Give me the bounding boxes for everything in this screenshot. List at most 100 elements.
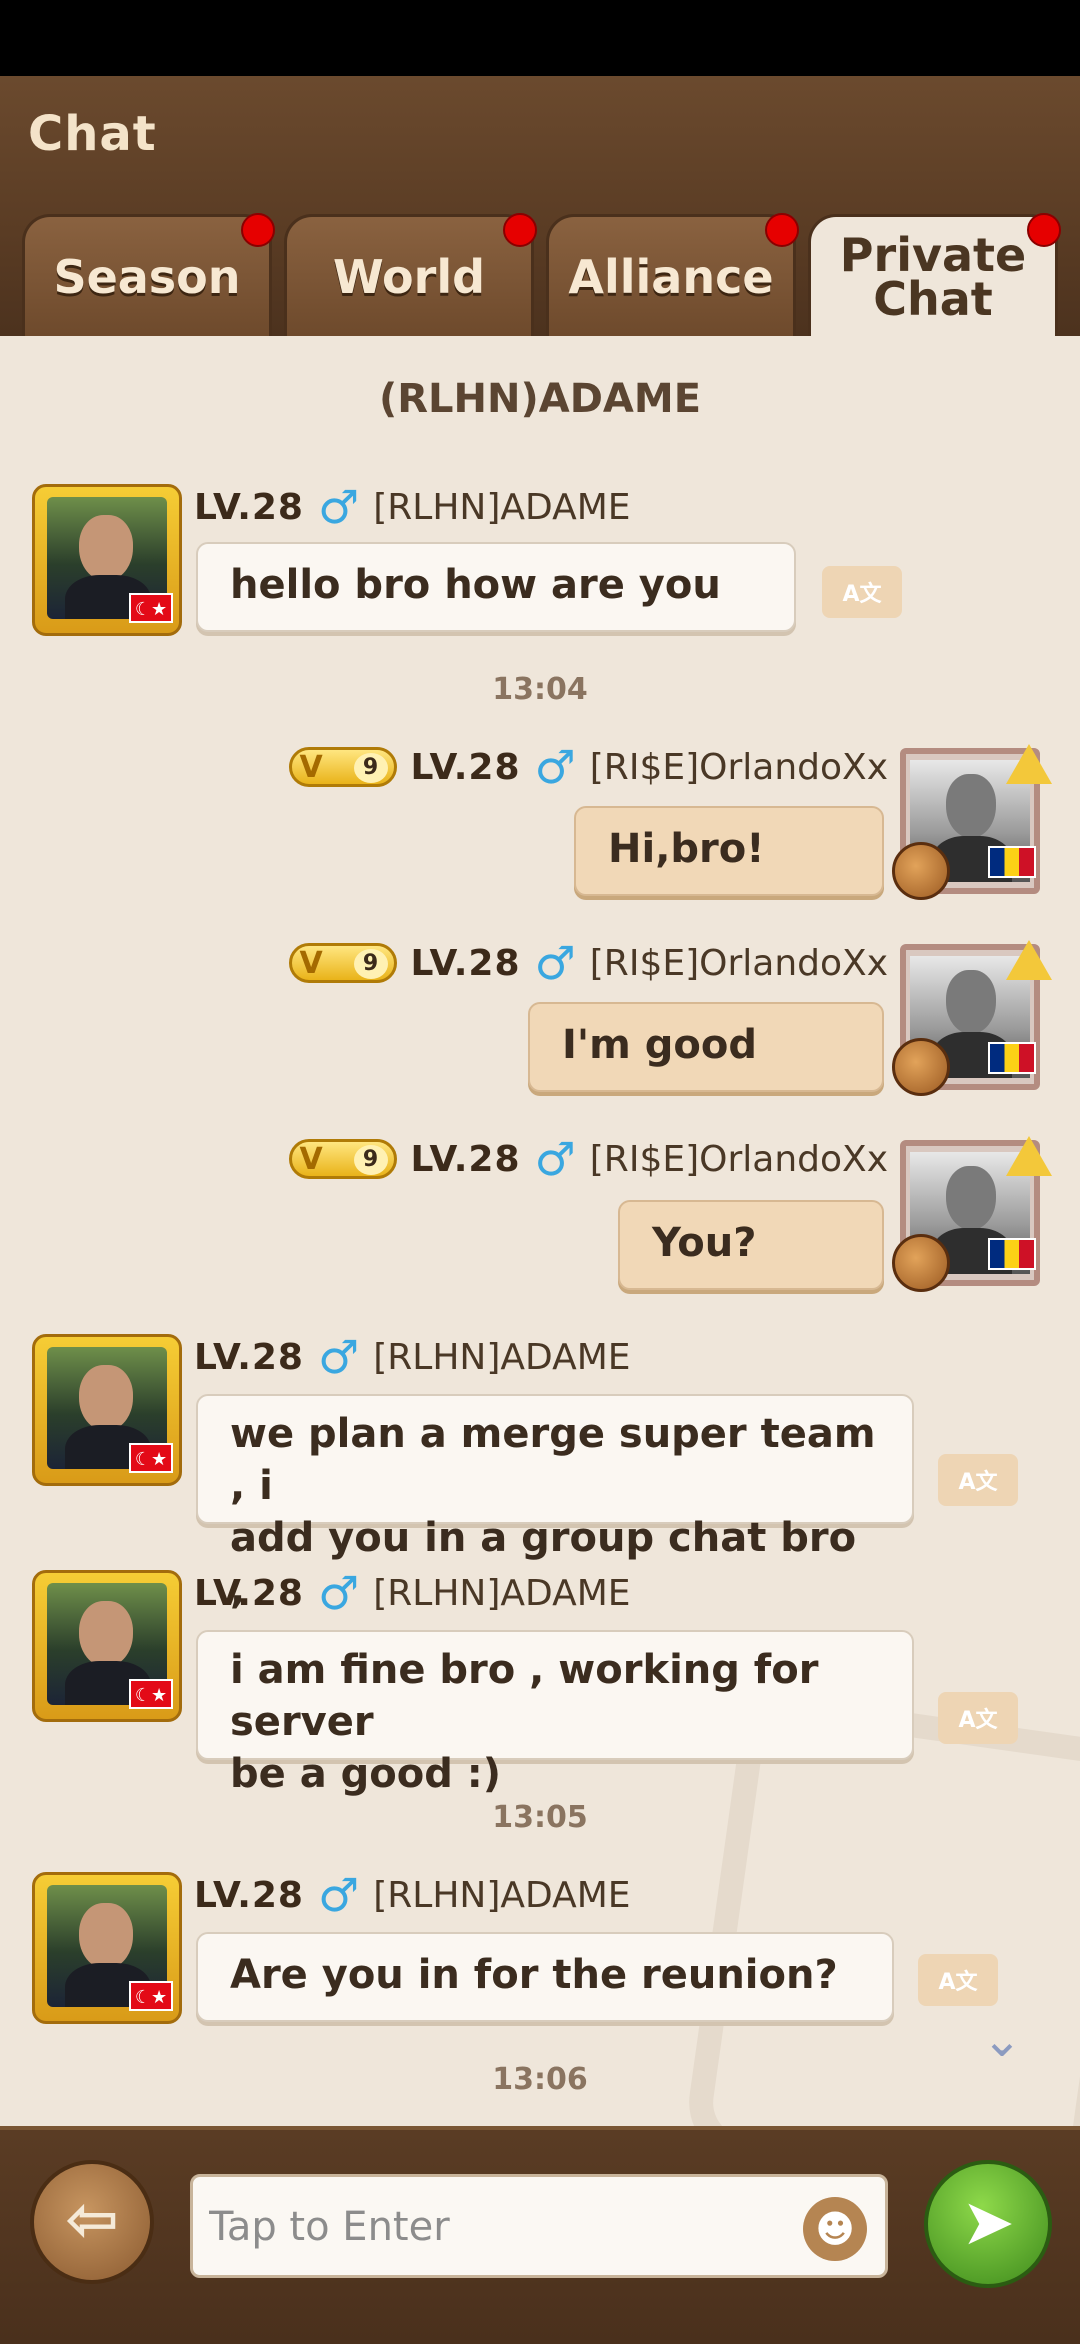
send-button[interactable]: ➤ — [924, 2160, 1052, 2288]
vip-badge-icon: V 9 — [288, 1139, 397, 1179]
male-icon: ♂ — [534, 1132, 576, 1186]
message-text: Are you in for the reunion? — [230, 1952, 838, 1998]
avatar[interactable]: ☾★ — [32, 1570, 182, 1722]
timestamp: 13:04 — [492, 672, 588, 707]
message-meta: LV.28 ♂ [RLHN]ADAME — [194, 1868, 631, 1922]
smiley-icon[interactable]: ☻ — [803, 2197, 867, 2261]
notification-dot — [765, 213, 799, 247]
status-bar — [0, 0, 1080, 76]
player-name[interactable]: [RLHN]ADAME — [373, 487, 630, 528]
message-text: Hi,bro! — [608, 826, 765, 872]
tab-world-label: World — [332, 249, 486, 304]
avatar[interactable]: ☾★ — [32, 1872, 182, 2024]
tab-alliance[interactable]: Alliance — [546, 213, 799, 336]
avatar[interactable]: ☾★ — [32, 484, 182, 636]
tab-world[interactable]: World — [284, 213, 537, 336]
male-icon: ♂ — [534, 740, 576, 794]
player-level: LV.28 — [194, 1572, 304, 1614]
message-text-line: i am fine bro , working for server — [230, 1647, 819, 1745]
message-text: I'm good — [562, 1022, 757, 1068]
message-meta: V 9 LV.28 ♂ [RI$E]OrlandoXx — [288, 740, 888, 794]
turkey-flag-icon: ☾★ — [129, 1443, 173, 1473]
vip-level: 9 — [353, 949, 388, 979]
timestamp: 13:06 — [492, 2062, 588, 2097]
message-meta: LV.28 ♂ [RLHN]ADAME — [194, 1566, 631, 1620]
chat-header: Chat Season World Alliance Private Chat — [0, 76, 1080, 336]
tab-private-chat-label-line2: Chat — [873, 271, 993, 326]
message-meta: LV.28 ♂ [RLHN]ADAME — [194, 480, 631, 534]
player-level: LV.28 — [194, 1874, 304, 1916]
back-button[interactable]: ⇦ — [30, 2160, 154, 2284]
tab-season[interactable]: Season — [22, 213, 275, 336]
vip-letter: V — [299, 1141, 323, 1177]
player-name[interactable]: [RI$E]OrlandoXx — [590, 747, 888, 788]
turkey-flag-icon: ☾★ — [129, 1981, 173, 2011]
player-name[interactable]: [RI$E]OrlandoXx — [590, 943, 888, 984]
romania-flag-icon — [988, 1042, 1036, 1074]
male-icon: ♂ — [534, 936, 576, 990]
vip-letter: V — [299, 749, 323, 785]
back-arrow-icon: ⇦ — [65, 2183, 119, 2257]
vip-level: 9 — [353, 1145, 388, 1175]
romania-flag-icon — [988, 846, 1036, 878]
translate-icon[interactable]: A文 — [918, 1954, 998, 2006]
tab-alliance-label: Alliance — [568, 249, 774, 304]
tab-season-label: Season — [53, 249, 241, 304]
conversation-title: (RLHN)ADAME — [378, 376, 702, 422]
message-bubble[interactable]: i am fine bro , working for server be a … — [196, 1630, 914, 1797]
message-bubble[interactable]: Are you in for the reunion? — [196, 1932, 894, 2022]
message-bubble[interactable]: Hi,bro! — [574, 806, 884, 896]
vip-letter: V — [299, 945, 323, 981]
player-level: LV.28 — [194, 1336, 304, 1378]
male-icon: ♂ — [317, 1868, 360, 1922]
message-meta: V 9 LV.28 ♂ [RI$E]OrlandoXx — [288, 1132, 888, 1186]
male-icon: ♂ — [317, 480, 360, 534]
notification-dot — [1027, 213, 1061, 247]
translate-icon[interactable]: A文 — [822, 566, 902, 618]
translate-icon[interactable]: A文 — [938, 1454, 1018, 1506]
message-bubble[interactable]: we plan a merge super team , i add you i… — [196, 1394, 914, 1613]
message-text: You? — [652, 1220, 757, 1266]
vip-badge-icon: V 9 — [288, 747, 397, 787]
player-level: LV.28 — [410, 1138, 521, 1180]
tab-private-chat[interactable]: Private Chat — [808, 213, 1061, 336]
message-input[interactable] — [207, 2177, 771, 2277]
tab-private-chat-label-line1: Private — [839, 227, 1027, 282]
player-name[interactable]: [RLHN]ADAME — [373, 1337, 630, 1378]
avatar[interactable] — [892, 744, 1052, 900]
turkey-flag-icon: ☾★ — [129, 1679, 173, 1709]
hammer-icon — [892, 1038, 950, 1096]
message-text-line: be a good :) — [230, 1751, 502, 1797]
turkey-flag-icon: ☾★ — [129, 593, 173, 623]
message-bubble[interactable]: I'm good — [528, 1002, 884, 1092]
player-level: LV.28 — [410, 746, 521, 788]
player-name[interactable]: [RLHN]ADAME — [373, 1573, 630, 1614]
input-bar: ⇦ ☻ ➤ — [0, 2126, 1080, 2344]
notification-dot — [241, 213, 275, 247]
romania-flag-icon — [988, 1238, 1036, 1270]
translate-icon[interactable]: A文 — [938, 1692, 1018, 1744]
player-name[interactable]: [RLHN]ADAME — [373, 1875, 630, 1916]
timestamp: 13:05 — [492, 1800, 588, 1835]
message-bubble[interactable]: hello bro how are you — [196, 542, 796, 632]
notification-dot — [503, 213, 537, 247]
message-text: hello bro how are you — [230, 562, 721, 608]
player-name[interactable]: [RI$E]OrlandoXx — [590, 1139, 888, 1180]
message-meta: LV.28 ♂ [RLHN]ADAME — [194, 1330, 631, 1384]
vip-badge-icon: V 9 — [288, 943, 397, 983]
hammer-icon — [892, 842, 950, 900]
player-level: LV.28 — [410, 942, 521, 984]
hammer-icon — [892, 1234, 950, 1292]
page-title: Chat — [28, 106, 157, 162]
avatar[interactable] — [892, 1136, 1052, 1292]
message-input-box[interactable]: ☻ — [190, 2174, 888, 2278]
avatar[interactable] — [892, 940, 1052, 1096]
message-meta: V 9 LV.28 ♂ [RI$E]OrlandoXx — [288, 936, 888, 990]
message-text-line: we plan a merge super team , i — [230, 1411, 876, 1509]
message-list[interactable]: (RLHN)ADAME ☾★ LV.28 ♂ [RLHN]ADAME hello… — [0, 336, 1080, 2126]
chevron-down-icon[interactable]: ⌄ — [970, 2014, 1034, 2066]
message-bubble[interactable]: You? — [618, 1200, 884, 1290]
vip-level: 9 — [353, 753, 388, 783]
male-icon: ♂ — [317, 1330, 360, 1384]
avatar[interactable]: ☾★ — [32, 1334, 182, 1486]
